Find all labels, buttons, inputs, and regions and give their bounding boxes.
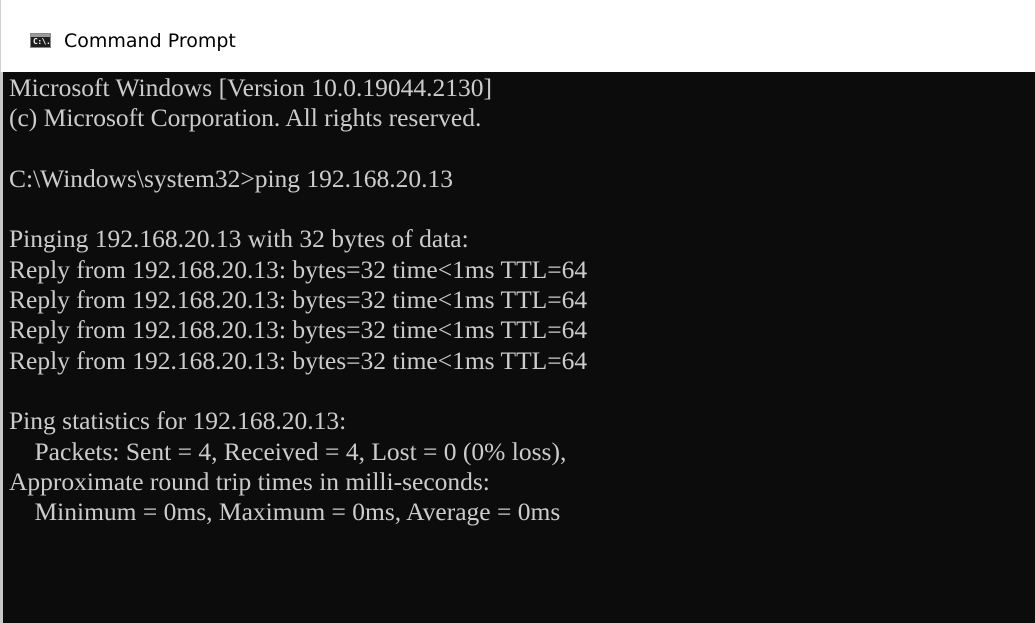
cmd-icon: C:\. (30, 33, 51, 48)
console-line: Reply from 192.168.20.13: bytes=32 time<… (9, 285, 588, 315)
console-line: Packets: Sent = 4, Received = 4, Lost = … (9, 436, 567, 466)
console-output[interactable]: Microsoft Windows [Version 10.0.19044.21… (0, 72, 1035, 623)
console-line: Ping statistics for 192.168.20.13: (9, 406, 347, 436)
window-title: Command Prompt (64, 30, 236, 52)
console-line: Pinging 192.168.20.13 with 32 bytes of d… (9, 224, 469, 254)
console-line: Reply from 192.168.20.13: bytes=32 time<… (9, 345, 588, 375)
console-line: C:\Windows\system32>ping 192.168.20.13 (9, 163, 454, 193)
title-bar[interactable]: C:\. Command Prompt (0, 0, 1035, 72)
console-line: Microsoft Windows [Version 10.0.19044.21… (9, 73, 492, 102)
command-prompt-window: C:\. Command Prompt Microsoft Windows [V… (0, 0, 1035, 623)
console-line: Minimum = 0ms, Maximum = 0ms, Average = … (9, 497, 561, 527)
console-line: Approximate round trip times in milli-se… (9, 466, 490, 496)
console-line: Reply from 192.168.20.13: bytes=32 time<… (9, 315, 588, 345)
console-line: (c) Microsoft Corporation. All rights re… (9, 103, 482, 133)
cmd-icon-text: C:\. (33, 37, 51, 46)
console-line: Reply from 192.168.20.13: bytes=32 time<… (9, 254, 588, 284)
